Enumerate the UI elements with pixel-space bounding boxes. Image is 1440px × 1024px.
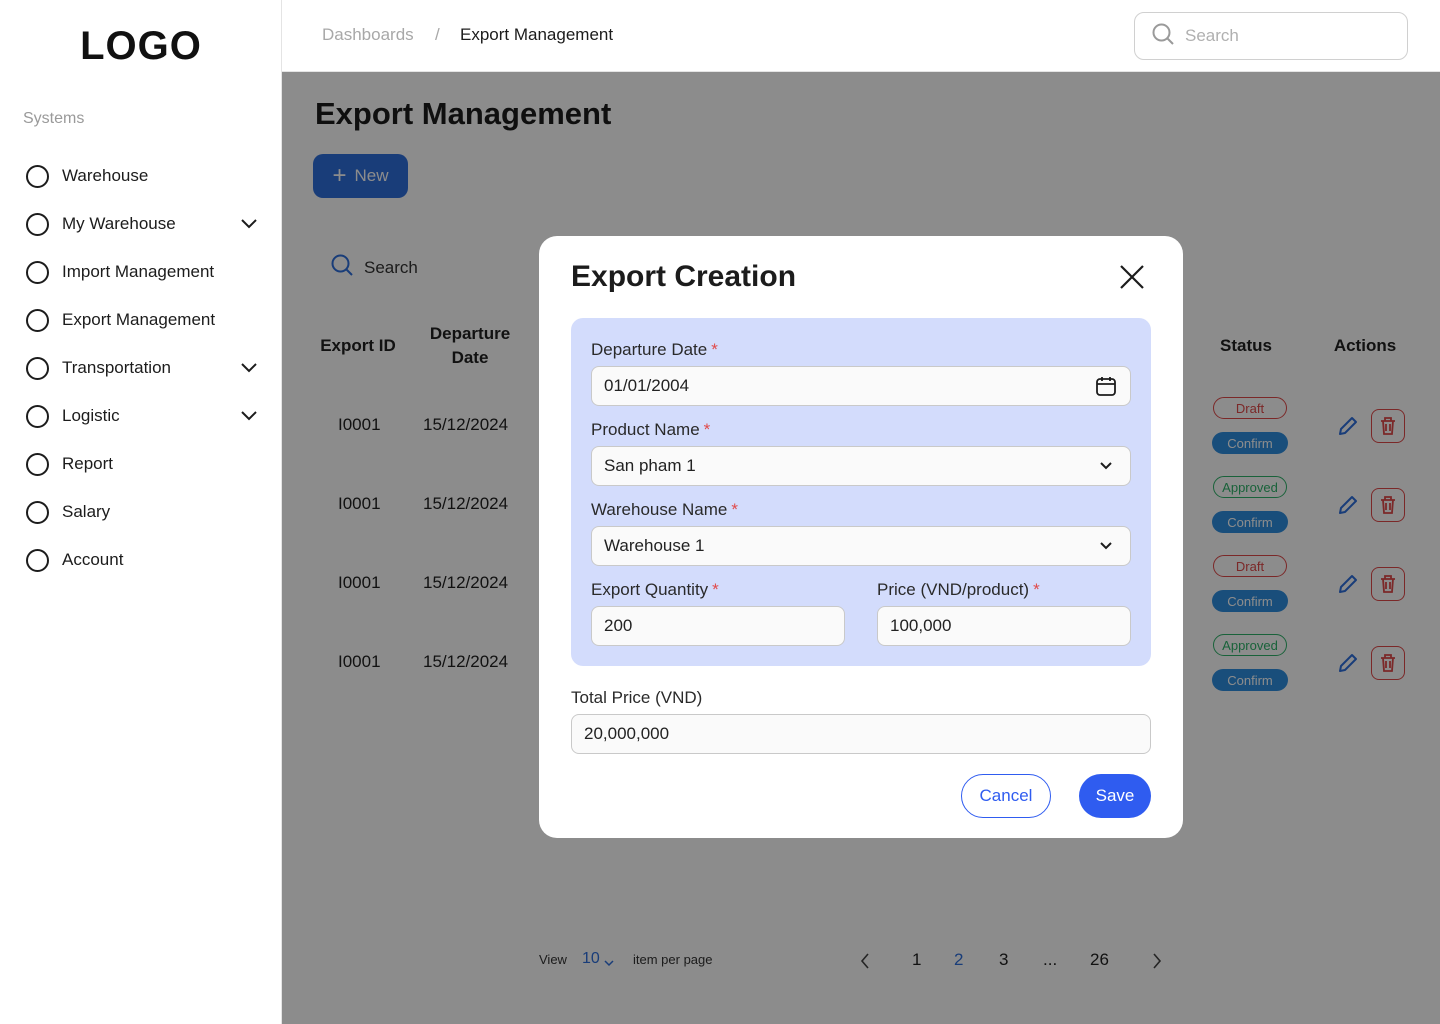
required-marker: * — [1033, 580, 1040, 599]
chevron-down-icon — [1094, 454, 1118, 478]
breadcrumb-current: Export Management — [460, 25, 614, 44]
circle-icon — [26, 212, 49, 236]
sidebar-item-label: Transportation — [62, 358, 171, 377]
warehouse-name-select[interactable]: Warehouse 1 — [591, 526, 1131, 566]
circle-icon — [26, 356, 49, 380]
circle-icon — [26, 548, 49, 572]
required-marker: * — [731, 500, 738, 519]
warehouse-name-value: Warehouse 1 — [604, 536, 705, 555]
sidebar-item-label: Salary — [62, 502, 111, 521]
departure-date-field[interactable]: 01/01/2004 — [591, 366, 1131, 406]
total-price-label: Total Price (VND) — [571, 688, 703, 707]
departure-date-label: Departure Date * — [591, 340, 718, 360]
sidebar-item-warehouse[interactable]: Warehouse — [26, 160, 258, 192]
sidebar-item-label: Report — [62, 454, 114, 473]
export-quantity-label-text: Export Quantity — [591, 580, 709, 599]
sidebar-item-transportation[interactable]: Transportation — [26, 352, 258, 384]
sidebar-section-label: Systems — [23, 110, 85, 127]
search-placeholder: Search — [1185, 26, 1239, 45]
export-quantity-label: Export Quantity * — [591, 580, 719, 600]
breadcrumb-separator: / — [435, 25, 440, 44]
chevron-down-icon — [1094, 534, 1118, 558]
form-panel: Departure Date * 01/01/2004 Product Name *… — [571, 318, 1151, 666]
export-quantity-value: 200 — [604, 616, 633, 635]
product-name-select[interactable]: San pham 1 — [591, 446, 1131, 486]
sidebar-item-label: My Warehouse — [62, 214, 176, 233]
breadcrumb-dashboards[interactable]: Dashboards — [322, 25, 414, 45]
circle-icon — [26, 452, 49, 476]
header-search-input[interactable]: Search — [1134, 12, 1408, 60]
circle-icon — [26, 164, 49, 188]
search-icon — [1151, 22, 1175, 51]
circle-icon — [26, 308, 49, 332]
chevron-down-icon[interactable] — [240, 407, 258, 425]
close-icon[interactable] — [1115, 260, 1149, 294]
warehouse-name-label-text: Warehouse Name — [591, 500, 728, 519]
product-name-value: San pham 1 — [604, 456, 696, 475]
required-marker: * — [712, 580, 719, 599]
sidebar-item-label: Warehouse — [62, 166, 149, 185]
price-label: Price (VND/product) * — [877, 580, 1040, 600]
sidebar-item-import-management[interactable]: Import Management — [26, 256, 258, 288]
sidebar-item-report[interactable]: Report — [26, 448, 258, 480]
sidebar-item-my-warehouse[interactable]: My Warehouse — [26, 208, 258, 240]
export-quantity-input[interactable]: 200 — [591, 606, 845, 646]
sidebar-item-label: Account — [62, 550, 124, 569]
required-marker: * — [703, 420, 711, 439]
circle-icon — [26, 500, 49, 524]
sidebar-item-label: Logistic — [62, 406, 120, 425]
calendar-icon[interactable] — [1094, 374, 1118, 398]
warehouse-name-label: Warehouse Name * — [591, 500, 738, 520]
sidebar-item-label: Import Management — [62, 262, 215, 281]
cancel-button[interactable]: Cancel — [961, 774, 1051, 818]
save-button[interactable]: Save — [1079, 774, 1151, 818]
sidebar-item-account[interactable]: Account — [26, 544, 258, 576]
departure-date-value: 01/01/2004 — [604, 376, 690, 395]
total-price-value: 20,000,000 — [584, 724, 670, 743]
price-label-text: Price (VND/product) — [877, 580, 1030, 599]
price-input[interactable]: 100,000 — [877, 606, 1131, 646]
circle-icon — [26, 404, 49, 428]
sidebar-item-logistic[interactable]: Logistic — [26, 400, 258, 432]
top-bar: Dashboards / Export Management Search — [282, 0, 1440, 72]
chevron-down-icon[interactable] — [240, 359, 258, 377]
required-marker: * — [711, 340, 718, 359]
product-name-label-text: Product Name — [591, 420, 700, 439]
sidebar-item-salary[interactable]: Salary — [26, 496, 258, 528]
logo: LOGO — [80, 24, 202, 68]
product-name-label: Product Name * — [591, 420, 710, 440]
chevron-down-icon[interactable] — [240, 215, 258, 233]
price-value: 100,000 — [890, 616, 952, 635]
sidebar: LOGO Systems Warehouse My Warehouse Impo… — [0, 0, 282, 1024]
export-creation-modal: Export Creation Departure Date * 01/01/20… — [539, 236, 1183, 838]
circle-icon — [26, 260, 49, 284]
departure-date-label-text: Departure Date — [591, 340, 708, 359]
modal-title: Export Creation — [571, 260, 797, 293]
sidebar-item-label: Export Management — [62, 310, 216, 329]
total-price-field: 20,000,000 — [571, 714, 1151, 754]
sidebar-item-export-management[interactable]: Export Management — [26, 304, 258, 336]
